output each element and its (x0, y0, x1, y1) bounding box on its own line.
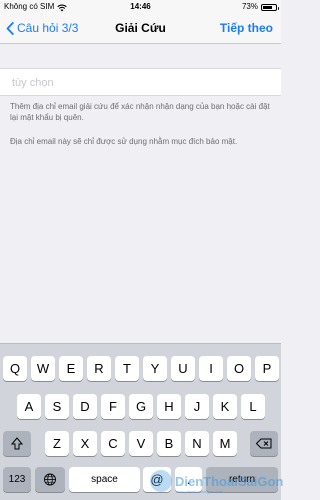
rescue-email-field[interactable] (10, 69, 274, 97)
key-u[interactable]: U (171, 356, 195, 381)
battery-fill (263, 5, 272, 9)
key-c[interactable]: C (101, 431, 125, 456)
key-q[interactable]: Q (3, 356, 27, 381)
key-a[interactable]: A (17, 394, 41, 419)
key-d[interactable]: D (73, 394, 97, 419)
key-m[interactable]: M (213, 431, 237, 456)
back-button[interactable]: Câu hỏi 3/3 (6, 21, 78, 35)
globe-key[interactable] (35, 467, 65, 492)
footnote-description: Thêm địa chỉ email giải cứu để xác nhận … (10, 102, 270, 122)
key-j[interactable]: J (185, 394, 209, 419)
key-o[interactable]: O (227, 356, 251, 381)
navigation-bar: Câu hỏi 3/3 Giải Cứu Tiếp theo (0, 14, 281, 44)
shift-icon (11, 437, 23, 450)
key-x[interactable]: X (73, 431, 97, 456)
key-r[interactable]: R (87, 356, 111, 381)
keyboard: Q W E R T Y U I O P A S D F G H J K L Z … (0, 343, 281, 500)
key-t[interactable]: T (115, 356, 139, 381)
status-bar: Không có SIM 14:46 73% (0, 0, 281, 14)
key-l[interactable]: L (241, 394, 265, 419)
status-time: 14:46 (130, 2, 151, 11)
key-v[interactable]: V (129, 431, 153, 456)
battery-icon (261, 3, 279, 11)
footnote-security: Địa chỉ email này sẽ chỉ được sử dụng nh… (10, 137, 238, 146)
key-y[interactable]: Y (143, 356, 167, 381)
key-g[interactable]: G (129, 394, 153, 419)
delete-icon (255, 438, 272, 449)
at-key[interactable]: @ (143, 467, 171, 492)
chevron-left-icon (6, 21, 14, 35)
email-field-row (0, 68, 281, 97)
key-h[interactable]: H (157, 394, 181, 419)
key-b[interactable]: B (157, 431, 181, 456)
globe-icon (44, 473, 56, 486)
next-button[interactable]: Tiếp theo (220, 21, 273, 35)
delete-key[interactable] (250, 431, 278, 456)
numbers-key[interactable]: 123 (3, 467, 31, 492)
back-button-label: Câu hỏi 3/3 (17, 21, 79, 35)
key-k[interactable]: K (213, 394, 237, 419)
period-key[interactable]: . (175, 467, 202, 492)
key-f[interactable]: F (101, 394, 125, 419)
battery-percent: 73% (241, 2, 258, 11)
key-i[interactable]: I (199, 356, 223, 381)
return-key[interactable]: return (206, 467, 278, 492)
key-s[interactable]: S (45, 394, 69, 419)
space-key[interactable]: space (69, 467, 140, 492)
shift-key[interactable] (3, 431, 31, 456)
status-right: 73% (241, 0, 279, 14)
key-w[interactable]: W (31, 356, 55, 381)
key-p[interactable]: P (255, 356, 279, 381)
key-z[interactable]: Z (45, 431, 69, 456)
key-e[interactable]: E (59, 356, 83, 381)
key-n[interactable]: N (185, 431, 209, 456)
